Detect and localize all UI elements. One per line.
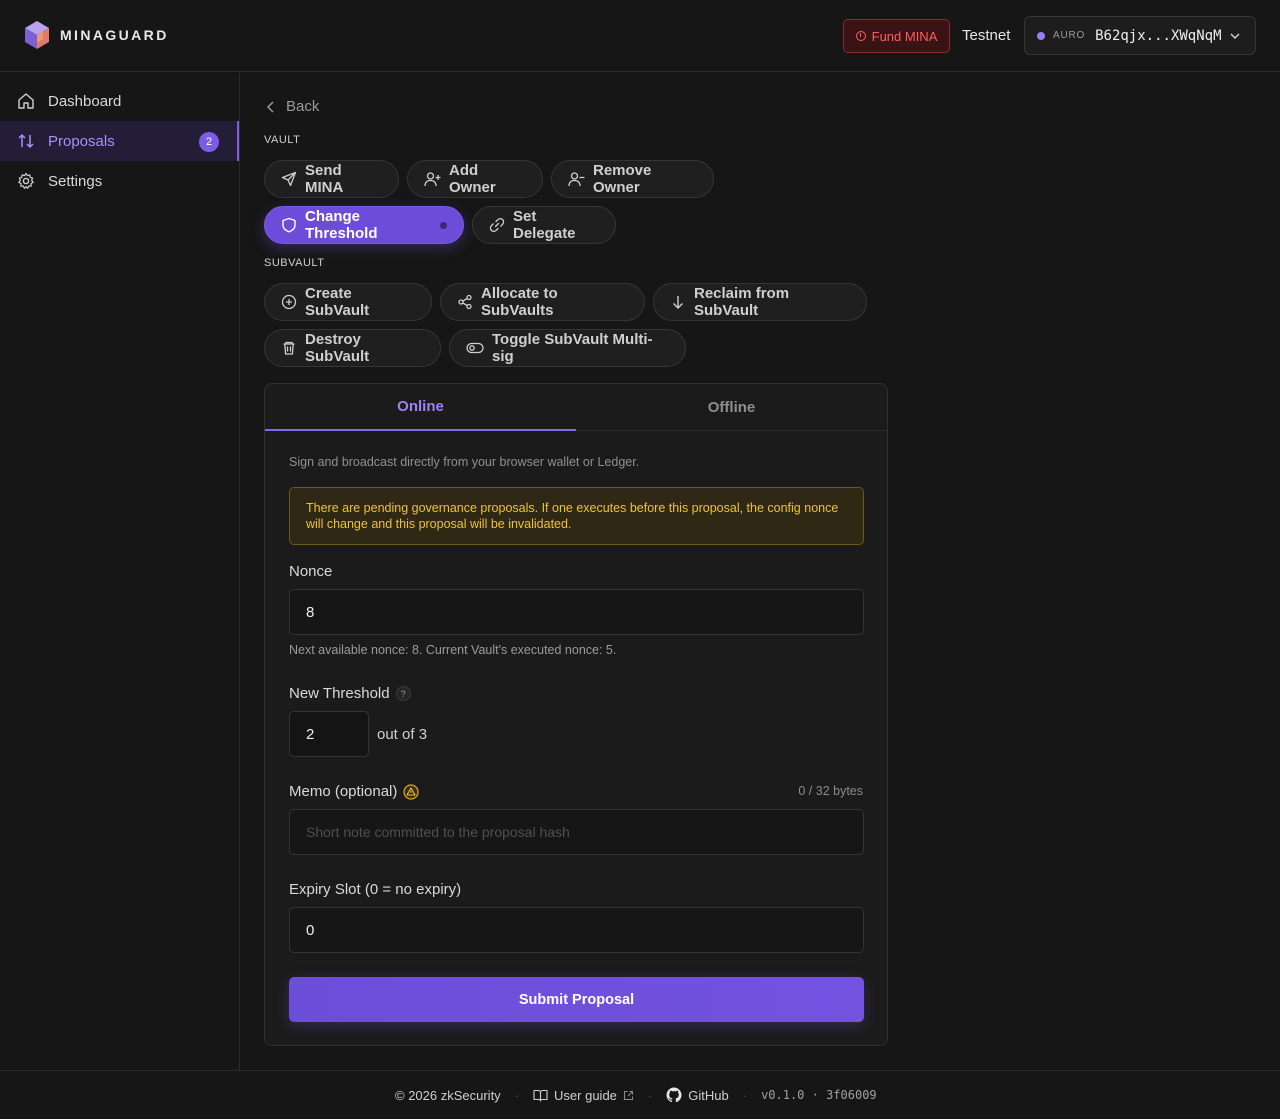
user-guide-label: User guide [554, 1087, 617, 1103]
destroy-subvault-label: Destroy SubVault [305, 331, 370, 365]
plus-circle-icon [281, 294, 297, 310]
footer-separator: · [514, 1087, 520, 1103]
sidebar-item-label: Dashboard [48, 92, 122, 110]
external-link-icon [623, 1090, 633, 1100]
github-link[interactable]: GitHub [666, 1087, 729, 1103]
toggle-subvault-multisig-label: Toggle SubVault Multi-sig [492, 331, 653, 365]
threshold-label: New Threshold ? [289, 685, 411, 702]
top-bar: MINAGUARD Fund MINA Testnet AURO B62qjx.… [0, 0, 1280, 72]
reclaim-subvault-button[interactable]: Reclaim from SubVault [653, 283, 867, 321]
arrows-up-down-icon [18, 133, 34, 149]
mode-description: Sign and broadcast directly from your br… [289, 455, 640, 469]
network-label: Testnet [962, 27, 1011, 44]
back-label: Back [286, 98, 320, 115]
warning-icon[interactable] [403, 783, 419, 800]
help-icon[interactable]: ? [395, 686, 411, 701]
gear-icon [18, 172, 34, 189]
arrow-down-icon [673, 296, 683, 309]
threshold-input[interactable]: 2 [289, 711, 369, 757]
share-icon [458, 294, 472, 310]
user-guide-link[interactable]: User guide [533, 1088, 634, 1103]
brand-logo[interactable]: MINAGUARD [24, 20, 169, 50]
link-icon [489, 217, 505, 233]
send-mina-button[interactable]: Send MINA [264, 160, 399, 198]
home-icon [18, 93, 34, 109]
change-threshold-label: Change Threshold [305, 208, 378, 242]
version-label: v0.1.0 · 3f06009 [761, 1088, 877, 1102]
sidebar-item-proposals[interactable]: Proposals 2 [0, 121, 239, 161]
fund-mina-button[interactable]: Fund MINA [843, 19, 950, 53]
sidebar-item-label: Settings [48, 172, 103, 190]
add-owner-label: Add Owner [449, 162, 496, 196]
expiry-label-text: Expiry Slot (0 = no expiry) [289, 881, 462, 898]
copyright-text: © 2026 zkSecurity [395, 1087, 501, 1103]
send-mina-label: Send MINA [305, 162, 344, 196]
trash-icon [283, 341, 295, 355]
remove-owner-label: Remove Owner [593, 162, 652, 196]
github-icon [666, 1087, 682, 1103]
memo-input[interactable]: Short note committed to the proposal has… [289, 809, 864, 855]
create-subvault-label: Create SubVault [305, 285, 370, 319]
footer-content: © 2026 zkSecurity · User guide · GitHub … [395, 1087, 877, 1103]
alert-circle-icon [855, 31, 866, 41]
shield-icon [282, 217, 296, 233]
github-label: GitHub [688, 1087, 729, 1103]
nonce-label: Nonce [289, 563, 332, 580]
chevron-left-icon [266, 100, 274, 113]
memo-label: Memo (optional) [289, 783, 419, 800]
allocate-subvaults-button[interactable]: Allocate to SubVaults [440, 283, 645, 321]
toggle-subvault-multisig-button[interactable]: Toggle SubVault Multi-sig [449, 329, 686, 367]
expiry-slot-input[interactable]: 0 [289, 907, 864, 953]
chevron-down-icon [1230, 33, 1240, 40]
mode-tabs: Online Offline [265, 384, 887, 431]
back-link[interactable]: Back [266, 98, 319, 115]
vault-section-label: VAULT [264, 134, 301, 146]
destroy-subvault-button[interactable]: Destroy SubVault [264, 329, 441, 367]
change-threshold-button[interactable]: Change Threshold [264, 206, 464, 244]
fund-mina-label: Fund MINA [871, 28, 938, 44]
user-plus-icon [424, 172, 441, 187]
book-icon [533, 1089, 548, 1102]
remove-owner-button[interactable]: Remove Owner [551, 160, 714, 198]
reclaim-subvault-label: Reclaim from SubVault [694, 285, 790, 319]
nonce-hint: Next available nonce: 8. Current Vault's… [289, 643, 617, 657]
memo-label-text: Memo (optional) [289, 783, 398, 800]
pending-proposals-warning: There are pending governance proposals. … [289, 487, 864, 545]
nonce-label-text: Nonce [289, 563, 333, 580]
footer-separator: · [647, 1087, 653, 1103]
wallet-selector[interactable]: AURO B62qjx...XWqNqM [1024, 16, 1256, 55]
nonce-input[interactable]: 8 [289, 589, 864, 635]
wallet-address: B62qjx...XWqNqM [1095, 27, 1222, 44]
expiry-label: Expiry Slot (0 = no expiry) [289, 881, 461, 898]
set-delegate-label: Set Delegate [513, 208, 576, 242]
allocate-subvaults-label: Allocate to SubVaults [481, 285, 558, 319]
sidebar-item-label: Proposals [48, 132, 115, 150]
submit-proposal-button[interactable]: Submit Proposal [289, 977, 864, 1022]
create-subvault-button[interactable]: Create SubVault [264, 283, 432, 321]
tab-offline[interactable]: Offline [576, 384, 887, 431]
set-delegate-button[interactable]: Set Delegate [472, 206, 616, 244]
threshold-out-of: out of 3 [377, 726, 428, 743]
footer: © 2026 zkSecurity · User guide · GitHub … [0, 1070, 1280, 1119]
active-indicator-dot [440, 221, 447, 229]
wallet-status-dot [1037, 31, 1045, 40]
sidebar: Dashboard Proposals 2 Settings [0, 73, 240, 1070]
user-minus-icon [568, 172, 585, 187]
proposals-count-badge: 2 [199, 132, 219, 152]
footer-separator: · [742, 1087, 748, 1103]
wallet-name: AURO [1053, 30, 1086, 41]
sidebar-item-settings[interactable]: Settings [0, 161, 239, 201]
cube-logo-icon [25, 21, 49, 49]
threshold-label-text: New Threshold [289, 685, 390, 702]
add-owner-button[interactable]: Add Owner [407, 160, 543, 198]
toggle-icon [466, 342, 484, 354]
brand-name: MINAGUARD [60, 27, 169, 43]
sidebar-item-dashboard[interactable]: Dashboard [0, 81, 239, 121]
proposal-form-card: Online Offline Sign and broadcast direct… [264, 383, 888, 1046]
subvault-section-label: SUBVAULT [264, 257, 325, 269]
tab-online[interactable]: Online [265, 384, 576, 431]
send-icon [281, 171, 297, 187]
memo-byte-count: 0 / 32 bytes [798, 784, 863, 798]
